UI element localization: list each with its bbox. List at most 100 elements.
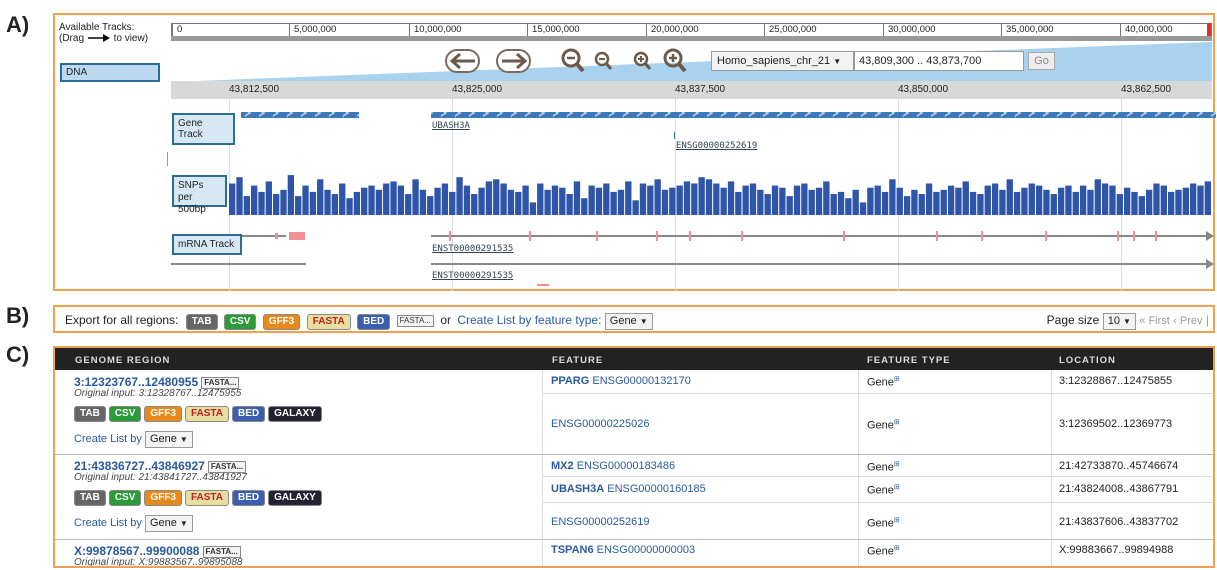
gff3-button[interactable]: GFF3 — [144, 490, 182, 506]
gene-link-ubash3a[interactable]: UBASH3A — [432, 121, 470, 131]
col-feature-type[interactable]: FEATURE TYPE — [867, 355, 951, 366]
snp-bar — [229, 183, 236, 215]
create-list-link[interactable]: Create List by — [74, 433, 142, 445]
col-genome-region[interactable]: GENOME REGION — [75, 355, 170, 366]
feature-id-link[interactable]: ENSG00000000003 — [597, 544, 695, 556]
snp-bar — [368, 185, 375, 215]
snp-bar — [595, 187, 603, 215]
gene-track-label[interactable]: Gene Track — [172, 113, 235, 145]
transcript-link-2[interactable]: ENST00000291535 — [432, 271, 513, 281]
zoom-out-large-icon[interactable] — [560, 47, 586, 75]
mrna-track-label[interactable]: mRNA Track — [172, 234, 242, 255]
info-icon[interactable]: ⊞ — [894, 461, 900, 468]
coordinates-input[interactable]: 43,809,300 .. 43,873,700 — [854, 51, 1024, 71]
transcript-link-1[interactable]: ENST00000291535 — [432, 244, 513, 254]
location-cell: 3:12328867..12475855 — [1059, 375, 1173, 387]
feature-type-select[interactable]: Gene ▼ — [604, 313, 653, 330]
ruler-bar — [171, 36, 1212, 41]
snp-bar — [478, 187, 485, 215]
region-link[interactable]: X:99878567..99900088 — [74, 544, 199, 558]
snp-bar — [1079, 185, 1087, 215]
tab-button[interactable]: TAB — [74, 406, 106, 422]
csv-button[interactable]: CSV — [108, 490, 142, 506]
gene-select[interactable]: Gene ▼ — [144, 515, 193, 532]
snp-bar — [801, 183, 808, 215]
feature-name-link[interactable]: PPARG — [551, 375, 589, 387]
snp-bar — [896, 187, 903, 215]
snp-bar — [669, 187, 676, 215]
feature-name-link[interactable]: TSPAN6 — [551, 544, 594, 556]
gene-select[interactable]: Gene ▼ — [144, 431, 193, 448]
export-fasta-button[interactable]: FASTA — [306, 314, 351, 330]
gff3-button[interactable]: GFF3 — [144, 406, 182, 422]
create-list-link[interactable]: Create List by feature type: — [457, 313, 601, 327]
snp-bar — [287, 175, 295, 215]
export-tab-button[interactable]: TAB — [185, 314, 218, 330]
col-location[interactable]: LOCATION — [1059, 355, 1116, 366]
scale-tick: 43,850,000 — [898, 84, 949, 95]
page-size-select[interactable]: 10 ▼ — [1102, 313, 1136, 330]
feature-id-link[interactable]: ENSG00000160185 — [607, 483, 705, 495]
region-link[interactable]: 21:43836727..43846927 — [74, 459, 205, 473]
export-fasta-small-button[interactable]: FASTA... — [396, 314, 434, 327]
zoom-out-small-icon[interactable] — [594, 51, 614, 73]
gene-link-ensg00000252619[interactable]: ENSG00000252619 — [676, 141, 757, 151]
snp-bar — [559, 187, 566, 215]
gene-track-features — [241, 112, 1216, 118]
location-marker[interactable] — [1207, 23, 1211, 37]
galaxy-button[interactable]: GALAXY — [268, 490, 322, 506]
snp-bar — [1145, 189, 1153, 215]
feature-id-link[interactable]: ENSG00000225026 — [551, 418, 649, 430]
galaxy-button[interactable]: GALAXY — [268, 406, 322, 422]
region-export-tags: TAB CSV GFF3 FASTA BED GALAXY — [74, 406, 325, 422]
zoom-in-small-icon[interactable] — [633, 51, 653, 73]
snp-bar — [390, 181, 397, 215]
zoom-in-large-icon[interactable] — [662, 47, 688, 75]
region-link[interactable]: 3:12323767..12480955 — [74, 375, 198, 389]
first-page-link[interactable]: « First — [1139, 315, 1170, 327]
pan-right-button[interactable] — [496, 49, 531, 73]
chromosome-overview-ruler[interactable]: 0 5,000,000 10,000,000 15,000,000 20,000… — [171, 23, 1212, 37]
feature-id-link[interactable]: ENSG00000183486 — [577, 460, 675, 472]
create-list-link[interactable]: Create List by — [74, 517, 142, 529]
bed-button[interactable]: BED — [231, 490, 266, 506]
info-icon[interactable]: ⊞ — [894, 484, 900, 491]
fasta-button[interactable]: FASTA — [184, 490, 229, 506]
feature-cell: PPARG ENSG00000132170 — [551, 375, 691, 387]
feature-name-link[interactable]: UBASH3A — [551, 483, 604, 495]
col-feature[interactable]: FEATURE — [552, 355, 603, 366]
tab-button[interactable]: TAB — [74, 490, 106, 506]
snp-bar — [962, 181, 969, 215]
fasta-button[interactable]: FASTA — [184, 406, 229, 422]
csv-button[interactable]: CSV — [108, 406, 142, 422]
snp-track-label[interactable]: SNPs per 500bp — [172, 175, 227, 215]
export-csv-button[interactable]: CSV — [223, 314, 257, 330]
snp-bar — [1197, 185, 1204, 215]
pan-left-button[interactable] — [445, 49, 480, 73]
snp-bar — [947, 185, 955, 215]
info-icon[interactable]: ⊞ — [894, 376, 900, 383]
export-bed-button[interactable]: BED — [357, 314, 391, 330]
snp-bar — [1138, 196, 1145, 215]
export-gff3-button[interactable]: GFF3 — [262, 314, 301, 330]
info-icon[interactable]: ⊞ — [894, 545, 900, 552]
feature-name-link[interactable]: MX2 — [551, 460, 574, 472]
snp-bar — [309, 191, 317, 215]
dna-track-button[interactable]: DNA — [60, 63, 160, 82]
info-icon[interactable]: ⊞ — [894, 517, 900, 524]
feature-id-link[interactable]: ENSG00000252619 — [551, 516, 649, 528]
snp-bar — [874, 185, 881, 215]
snp-bar — [581, 198, 588, 215]
go-button[interactable]: Go — [1028, 52, 1055, 70]
chromosome-select[interactable]: Homo_sapiens_chr_21 ▼ — [711, 51, 854, 71]
bed-button[interactable]: BED — [231, 406, 266, 422]
info-icon[interactable]: ⊞ — [894, 419, 900, 426]
snp-bar — [280, 189, 287, 215]
exon[interactable] — [275, 233, 278, 239]
snp-bar — [441, 183, 449, 215]
feature-id-link[interactable]: ENSG00000132170 — [592, 375, 690, 387]
gene-feature-left[interactable] — [241, 112, 359, 118]
prev-page-link[interactable]: ‹ Prev — [1173, 315, 1202, 327]
gene-feature-ubash3a[interactable] — [431, 112, 1216, 118]
exon[interactable] — [289, 232, 305, 240]
